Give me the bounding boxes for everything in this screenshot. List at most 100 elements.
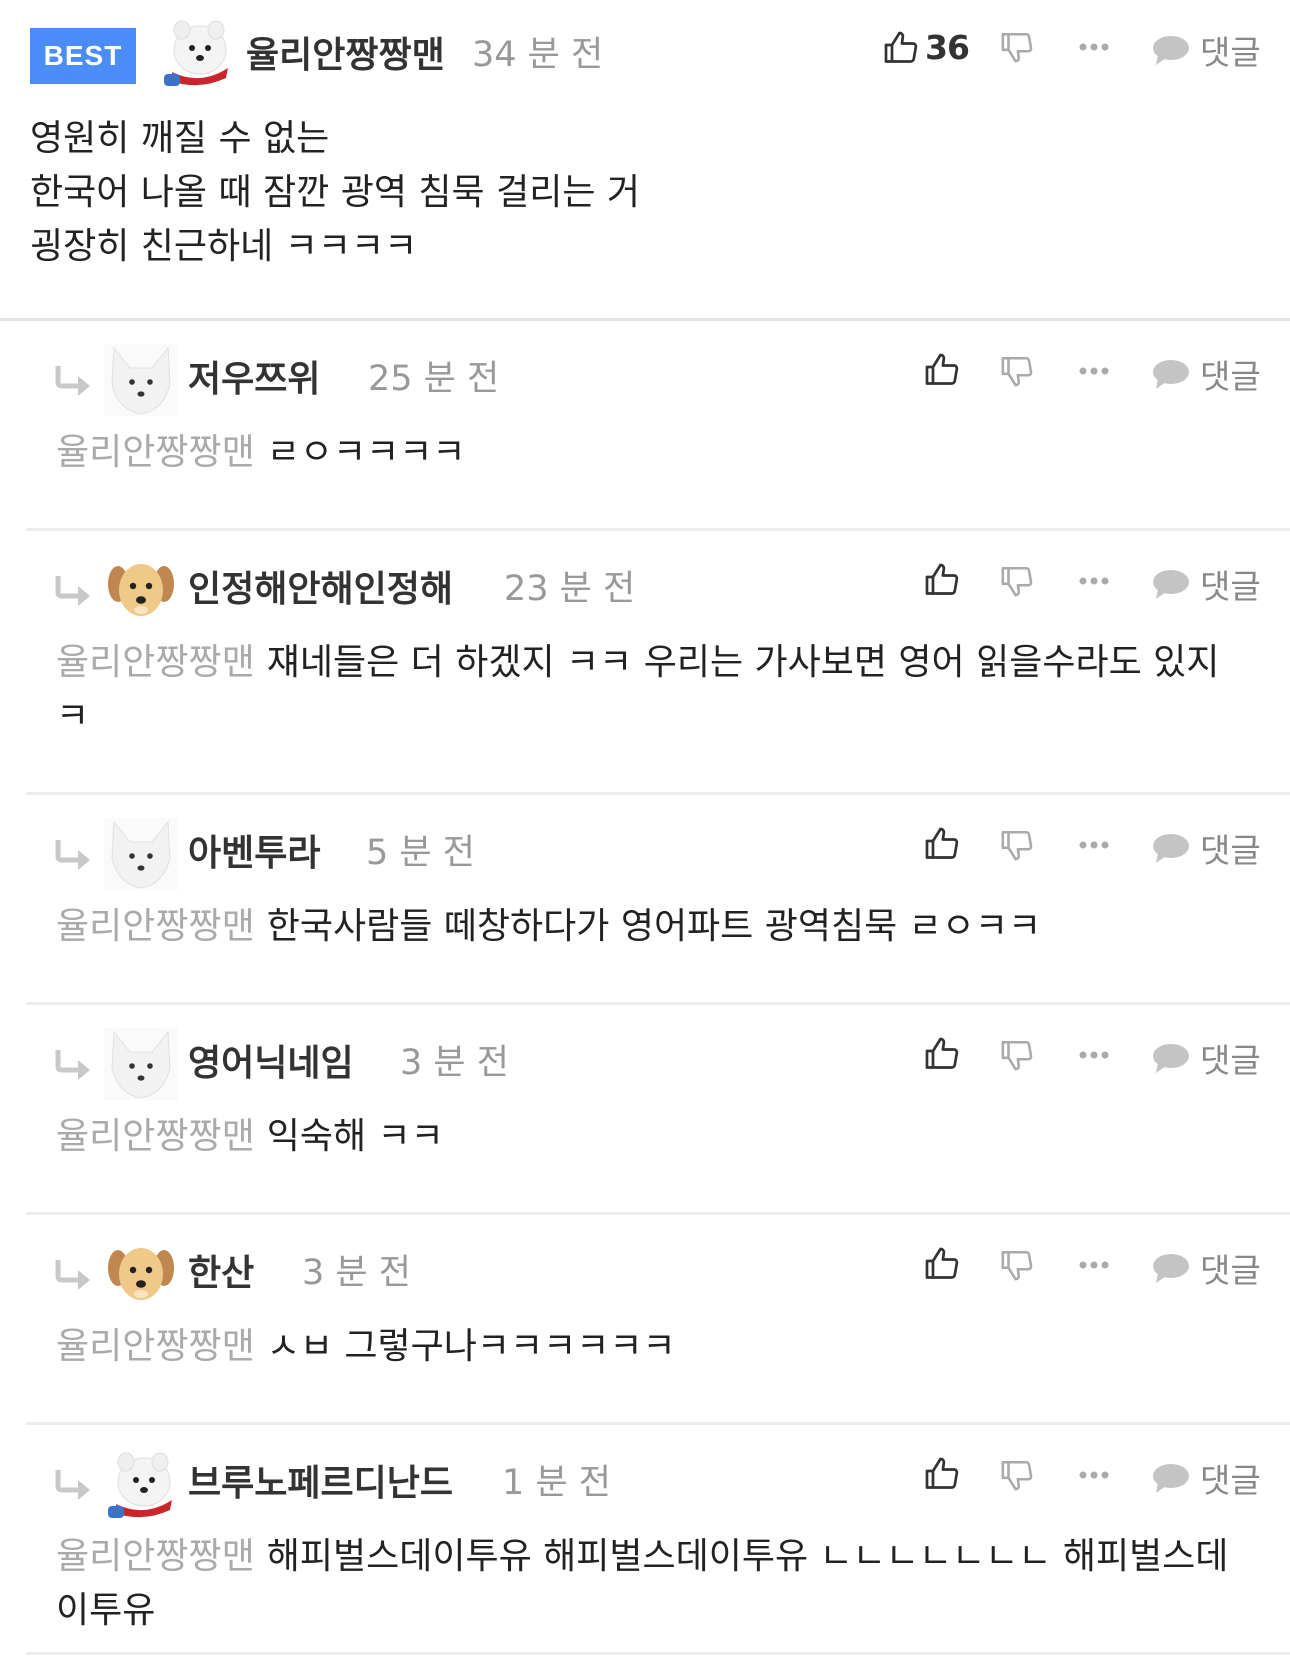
reply-comment: 인정해안해인정해 23 분 전 댓글 율리안짱짱맨쟤네들은 더 하겠지 ㅋㅋ [26,528,1290,795]
thumbs-down-icon [1001,566,1033,597]
avatar[interactable] [104,1238,178,1310]
reply-text: ㅅㅂ 그렇구나ㅋㅋㅋㅋㅋㅋ [266,1326,676,1367]
dislike-button[interactable] [1000,1248,1034,1282]
thumbs-down-icon [1001,1460,1033,1491]
white-fox-icon [104,818,178,890]
dislike-button[interactable] [1000,1458,1034,1492]
white-dog-red-scarf-icon [160,16,234,88]
dislike-button[interactable] [1000,828,1034,862]
reply-label: 댓글 [1200,1251,1261,1290]
thumbs-down-icon [1001,1040,1033,1071]
thumbs-down-icon [1001,356,1033,387]
white-dog-red-scarf-icon [104,1448,178,1520]
thumbs-down-icon [1001,32,1033,63]
more-dots-icon [1079,367,1109,375]
avatar[interactable] [104,1028,178,1100]
mention-username[interactable]: 율리안짱짱맨 [56,432,255,473]
comment-line: 한국어 나올 때 잠깐 광역 침묵 걸리는 거 [30,172,641,213]
dislike-button[interactable] [1000,564,1034,598]
speech-bubble-icon [1153,360,1189,389]
reply-button[interactable]: 댓글 [1152,824,1261,872]
avatar[interactable] [104,344,178,416]
reply-text: 익숙해 ㅋㅋ [266,1116,444,1157]
like-button[interactable] [924,1456,960,1492]
avatar[interactable] [104,554,178,626]
like-button[interactable]: 36 [883,28,970,67]
more-button[interactable] [1078,1470,1110,1480]
avatar[interactable] [104,818,178,890]
thumbs-up-icon [925,827,959,859]
puppy-icon [104,1238,178,1310]
thumbs-up-icon [925,563,959,595]
author-name[interactable]: 저우쯔위 [188,350,320,402]
reply-arrow-icon [55,1260,90,1290]
more-button[interactable] [1078,42,1110,52]
reply-button[interactable]: 댓글 [1152,560,1261,608]
timestamp: 25 분 전 [368,359,500,399]
author-name[interactable]: 인정해안해인정해 [188,560,453,612]
mention-username[interactable]: 율리안짱짱맨 [56,642,255,683]
reply-button[interactable]: 댓글 [1152,26,1261,74]
white-fox-icon [104,344,178,416]
reply-comment: 저우쯔위 25 분 전 댓글 율리안짱짱맨 ㄹㅇㅋㅋㅋㅋ [26,318,1290,531]
like-button[interactable] [924,352,960,388]
reply-body: 율리안짱짱맨 익숙해 ㅋㅋ [56,1110,1256,1164]
reply-arrow-icon [55,1050,90,1080]
mention-username[interactable]: 율리안짱짱맨 [56,906,255,947]
white-fox-icon [104,1028,178,1100]
reply-button[interactable]: 댓글 [1152,1244,1261,1292]
thumbs-up-icon [925,1457,959,1489]
more-button[interactable] [1078,576,1110,586]
avatar[interactable] [160,16,234,88]
thumbs-down-icon [1001,1250,1033,1281]
timestamp: 34 분 전 [472,35,604,75]
dislike-button[interactable] [1000,354,1034,388]
author-name[interactable]: 브루노페르디난드 [188,1454,453,1506]
mention-username[interactable]: 율리안짱짱맨 [56,1536,255,1577]
thumbs-up-icon [925,353,959,385]
comment-line: 굉장히 친근하네 ㅋㅋㅋㅋ [30,226,418,267]
reply-label: 댓글 [1200,1461,1261,1500]
best-comment: BEST 율리안짱짱맨 34 분 전 36 댓글 영원히 깨질 수 없는 한국어… [0,0,1290,321]
speech-bubble-icon [1153,36,1189,65]
mention-username[interactable]: 율리안짱짱맨 [56,1326,255,1367]
like-button[interactable] [924,826,960,862]
reply-body: 율리안짱짱맨 ㅅㅂ 그렇구나ㅋㅋㅋㅋㅋㅋ [56,1320,1256,1374]
more-button[interactable] [1078,840,1110,850]
reply-label: 댓글 [1200,357,1261,396]
dislike-button[interactable] [1000,30,1034,64]
more-button[interactable] [1078,1050,1110,1060]
thumbs-up-icon [925,1037,959,1069]
speech-bubble-icon [1153,1044,1189,1073]
reply-comment: 브루노페르디난드 1 분 전 댓글 율리안짱짱맨 해피벌스데이투유 해피벌스데이… [26,1422,1290,1655]
reply-body: 율리안짱짱맨 한국사람들 떼창하다가 영어파트 광역침묵 ㄹㅇㅋㅋ [56,900,1256,954]
like-button[interactable] [924,1036,960,1072]
author-name[interactable]: 율리안짱짱맨 [246,26,445,78]
mention-username[interactable]: 율리안짱짱맨 [56,1116,255,1157]
more-button[interactable] [1078,1260,1110,1270]
speech-bubble-icon [1153,1464,1189,1493]
best-badge: BEST [30,28,136,84]
reply-button[interactable]: 댓글 [1152,350,1261,398]
comment-body: 영원히 깨질 수 없는 한국어 나올 때 잠깐 광역 침묵 걸리는 거 굉장히 … [30,112,640,274]
dislike-button[interactable] [1000,1038,1034,1072]
reply-button[interactable]: 댓글 [1152,1034,1261,1082]
timestamp: 3 분 전 [302,1253,411,1293]
more-dots-icon [1079,1051,1109,1059]
author-name[interactable]: 아벤투라 [188,824,320,876]
more-button[interactable] [1078,366,1110,376]
reply-button[interactable]: 댓글 [1152,1454,1261,1502]
author-name[interactable]: 한산 [188,1244,254,1296]
speech-bubble-icon [1153,834,1189,863]
like-button[interactable] [924,1246,960,1282]
reply-text: ㄹㅇㅋㅋㅋㅋ [266,432,466,473]
author-name[interactable]: 영어닉네임 [188,1034,354,1086]
speech-bubble-icon [1153,570,1189,599]
timestamp: 1 분 전 [502,1463,611,1503]
like-button[interactable] [924,562,960,598]
more-dots-icon [1079,43,1109,51]
more-dots-icon [1079,577,1109,585]
reply-body: 율리안짱짱맨 ㄹㅇㅋㅋㅋㅋ [56,426,1256,480]
comment-line: 영원히 깨질 수 없는 [30,118,330,159]
avatar[interactable] [104,1448,178,1520]
